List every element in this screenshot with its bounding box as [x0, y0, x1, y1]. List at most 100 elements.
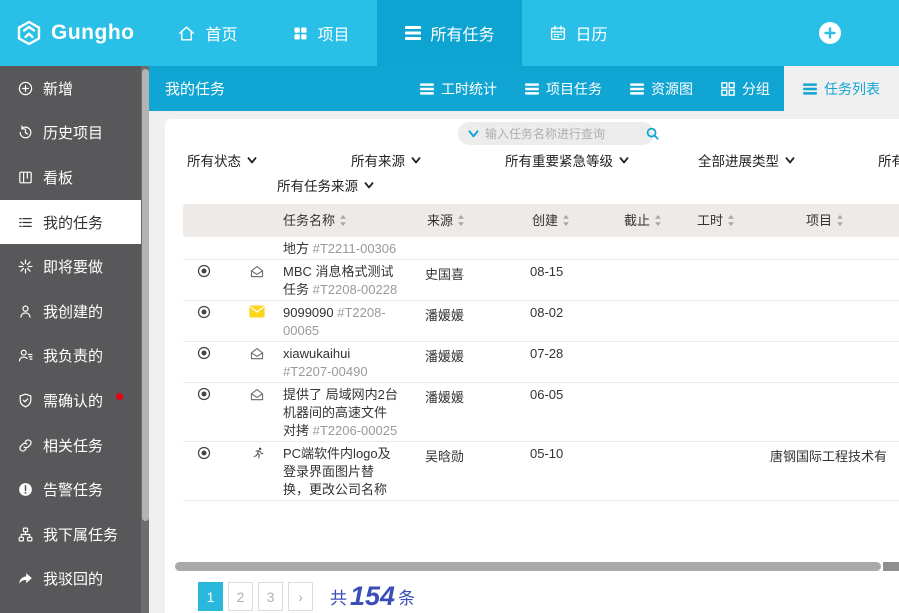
- column-header-project[interactable]: 项目: [806, 204, 844, 237]
- filter-source[interactable]: 所有来源: [351, 150, 421, 170]
- radio-status-icon[interactable]: [197, 264, 211, 278]
- hamburger-icon: [803, 83, 817, 95]
- sort-icon: [836, 214, 844, 227]
- sidebar-item-label: 我的任务: [43, 212, 103, 233]
- sidebar-scrollbar[interactable]: [141, 66, 149, 613]
- filter-priority[interactable]: 所有重要紧急等级: [505, 150, 629, 170]
- task-id: #T2211-00306: [313, 241, 397, 256]
- nav-item-home[interactable]: 首页: [150, 0, 264, 66]
- task-name-cell[interactable]: xiawukaihui #T2207-00490: [283, 345, 399, 381]
- next-page-button[interactable]: ›: [288, 582, 313, 611]
- sidebar-scrollbar-thumb[interactable]: [142, 69, 149, 521]
- table-row[interactable]: 提供了 局域网内2台机器间的高速文件对拷 #T2206-00025 潘媛媛 06…: [183, 383, 899, 442]
- section-header: 我的任务 工时统计 项目任务: [149, 66, 899, 111]
- sidebar-item-label: 历史项目: [43, 122, 103, 143]
- filter-cutoff[interactable]: 所有: [878, 150, 899, 170]
- horizontal-scrollbar-thumb[interactable]: [175, 562, 881, 571]
- sidebar-item-needs-confirmation[interactable]: 需确认的: [0, 378, 141, 423]
- sidebar-item-label: 我下属任务: [43, 524, 118, 545]
- radio-status-icon[interactable]: [197, 305, 211, 319]
- task-name-cell[interactable]: 地方 #T2211-00306: [283, 240, 399, 258]
- task-name-cell[interactable]: PC端软件内logo及登录界面图片替换，更改公司名称: [283, 445, 399, 499]
- top-navigation-bar: Gungho 首页 项目: [0, 0, 899, 66]
- app-logo[interactable]: Gungho: [0, 0, 144, 66]
- sidebar-item-my-tasks[interactable]: 我的任务: [0, 200, 141, 245]
- search-icon[interactable]: [646, 127, 659, 140]
- hamburger-icon: [630, 83, 644, 95]
- sidebar-item-upcoming[interactable]: 即将要做: [0, 244, 141, 289]
- horizontal-scrollbar[interactable]: [175, 562, 899, 571]
- sidebar-item-history-projects[interactable]: 历史项目: [0, 111, 141, 156]
- page-button-1[interactable]: 1: [198, 582, 223, 611]
- tab-label: 工时统计: [441, 79, 497, 99]
- view-tabs: 工时统计 项目任务 资源图: [406, 66, 899, 111]
- sidebar-item-label: 我负责的: [43, 345, 103, 366]
- task-list-panel: 所有状态 所有来源 所有重要紧急等级 全部进展类型 所有: [165, 119, 899, 613]
- nav-item-calendar[interactable]: 日历: [522, 0, 635, 66]
- sidebar-item-rejected-by-me[interactable]: 我驳回的: [0, 557, 141, 602]
- filter-label: 所有任务来源: [277, 175, 358, 195]
- sidebar-item-kanban[interactable]: 看板: [0, 155, 141, 200]
- column-header-source[interactable]: 来源: [427, 204, 465, 237]
- nav-item-all-tasks[interactable]: 所有任务: [377, 0, 522, 66]
- page-button-3[interactable]: 3: [258, 582, 283, 611]
- chevron-down-icon: [619, 157, 629, 164]
- tab-task-list[interactable]: 任务列表: [784, 66, 899, 111]
- filter-task-source[interactable]: 所有任务来源: [277, 175, 374, 195]
- table-row[interactable]: 地方 #T2211-00306: [183, 237, 899, 260]
- filter-progress-type[interactable]: 全部进展类型: [698, 150, 795, 170]
- total-number: 154: [350, 581, 395, 612]
- column-header-created[interactable]: 创建: [532, 204, 570, 237]
- project-cell: 唐钢国际工程技术有: [770, 446, 887, 465]
- table-row[interactable]: PC端软件内logo及登录界面图片替换，更改公司名称 吴晗勋 05-10 唐钢国…: [183, 442, 899, 501]
- chevron-down-icon[interactable]: [468, 130, 479, 138]
- sidebar-item-related-tasks[interactable]: 相关任务: [0, 423, 141, 468]
- table-row[interactable]: 9099090 #T2208-00065 潘媛媛 08-02: [183, 301, 899, 342]
- open-envelope-icon: [249, 346, 265, 361]
- shield-icon: [17, 392, 34, 409]
- group-grid-icon: [721, 82, 735, 96]
- source-cell: 潘媛媛: [425, 387, 464, 406]
- checklist-icon: [17, 214, 34, 231]
- nav-label: 日历: [576, 21, 608, 45]
- radio-status-icon[interactable]: [197, 346, 211, 360]
- page-title: 我的任务: [149, 66, 225, 111]
- sidebar-item-alert-tasks[interactable]: 告警任务: [0, 467, 141, 512]
- filter-status[interactable]: 所有状态: [187, 150, 257, 170]
- created-cell: 06-05: [530, 387, 563, 402]
- sidebar-item-owned-by-me[interactable]: 我负责的: [0, 334, 141, 379]
- tab-hours-stats[interactable]: 工时统计: [406, 66, 511, 111]
- add-button[interactable]: [819, 22, 841, 44]
- person-icon: [17, 303, 34, 320]
- tab-grouping[interactable]: 分组: [707, 66, 784, 111]
- task-name-cell[interactable]: 提供了 局域网内2台机器间的高速文件对拷 #T2206-00025: [283, 386, 399, 440]
- person-lines-icon: [17, 347, 34, 364]
- chevron-down-icon: [364, 182, 374, 189]
- table-row[interactable]: xiawukaihui #T2207-00490 潘媛媛 07-28: [183, 342, 899, 383]
- source-cell: 吴晗勋: [425, 446, 464, 465]
- radio-status-icon[interactable]: [197, 387, 211, 401]
- radio-status-icon[interactable]: [197, 446, 211, 460]
- home-icon: [177, 24, 196, 43]
- task-name-cell[interactable]: 9099090 #T2208-00065: [283, 304, 399, 340]
- page-button-2[interactable]: 2: [228, 582, 253, 611]
- sidebar-item-label: 即将要做: [43, 256, 103, 277]
- filter-label: 所有重要紧急等级: [505, 150, 613, 170]
- sidebar-item-created-by-me[interactable]: 我创建的: [0, 289, 141, 334]
- sidebar-item-subordinate-tasks[interactable]: 我下属任务: [0, 512, 141, 557]
- hamburger-icon: [420, 83, 434, 95]
- nav-item-projects[interactable]: 项目: [265, 0, 377, 66]
- filter-label: 所有: [878, 150, 899, 170]
- tab-project-tasks[interactable]: 项目任务: [511, 66, 616, 111]
- chevron-down-icon: [785, 157, 795, 164]
- search-input[interactable]: [485, 127, 640, 141]
- table-row[interactable]: MBC 消息格式测试任务 #T2208-00228 史国喜 08-15: [183, 260, 899, 301]
- tab-resource-map[interactable]: 资源图: [616, 66, 707, 111]
- column-header-hours[interactable]: 工时: [697, 204, 735, 237]
- created-cell: 08-15: [530, 264, 563, 279]
- sidebar-item-new[interactable]: 新增: [0, 66, 141, 111]
- column-header-task-name[interactable]: 任务名称: [283, 204, 347, 237]
- column-header-due[interactable]: 截止: [624, 204, 662, 237]
- tab-label: 资源图: [651, 79, 693, 99]
- task-name-cell[interactable]: MBC 消息格式测试任务 #T2208-00228: [283, 263, 399, 299]
